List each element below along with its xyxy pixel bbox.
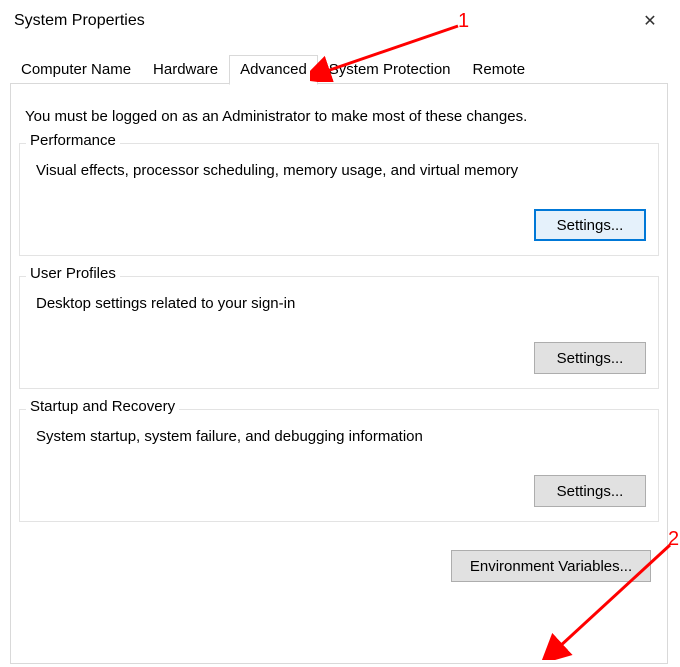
user-profiles-settings-button[interactable]: Settings... — [534, 342, 646, 374]
window-title: System Properties — [14, 12, 145, 30]
titlebar: System Properties ✕ — [0, 0, 680, 40]
startup-desc: System startup, system failure, and debu… — [36, 428, 646, 445]
tab-strip: Computer Name Hardware Advanced System P… — [0, 40, 680, 84]
group-user-profiles: User Profiles Desktop settings related t… — [19, 276, 659, 389]
tab-panel-advanced: You must be logged on as an Administrato… — [10, 84, 668, 664]
group-legend-startup: Startup and Recovery — [26, 398, 179, 415]
annotation-number-1: 1 — [458, 10, 469, 33]
environment-variables-button[interactable]: Environment Variables... — [451, 550, 651, 582]
tab-remote[interactable]: Remote — [462, 55, 537, 84]
tab-hardware[interactable]: Hardware — [142, 55, 229, 84]
performance-desc: Visual effects, processor scheduling, me… — [36, 162, 646, 179]
group-performance: Performance Visual effects, processor sc… — [19, 143, 659, 256]
annotation-number-2: 2 — [668, 528, 679, 551]
group-startup-recovery: Startup and Recovery System startup, sys… — [19, 409, 659, 522]
close-icon[interactable]: ✕ — [630, 7, 670, 35]
group-legend-user-profiles: User Profiles — [26, 265, 120, 282]
group-legend-performance: Performance — [26, 132, 120, 149]
user-profiles-desc: Desktop settings related to your sign-in — [36, 295, 646, 312]
tab-advanced[interactable]: Advanced — [229, 55, 318, 85]
performance-settings-button[interactable]: Settings... — [534, 209, 646, 241]
admin-note: You must be logged on as an Administrato… — [25, 108, 653, 125]
startup-settings-button[interactable]: Settings... — [534, 475, 646, 507]
tab-system-protection[interactable]: System Protection — [318, 55, 462, 84]
tab-computer-name[interactable]: Computer Name — [10, 55, 142, 84]
